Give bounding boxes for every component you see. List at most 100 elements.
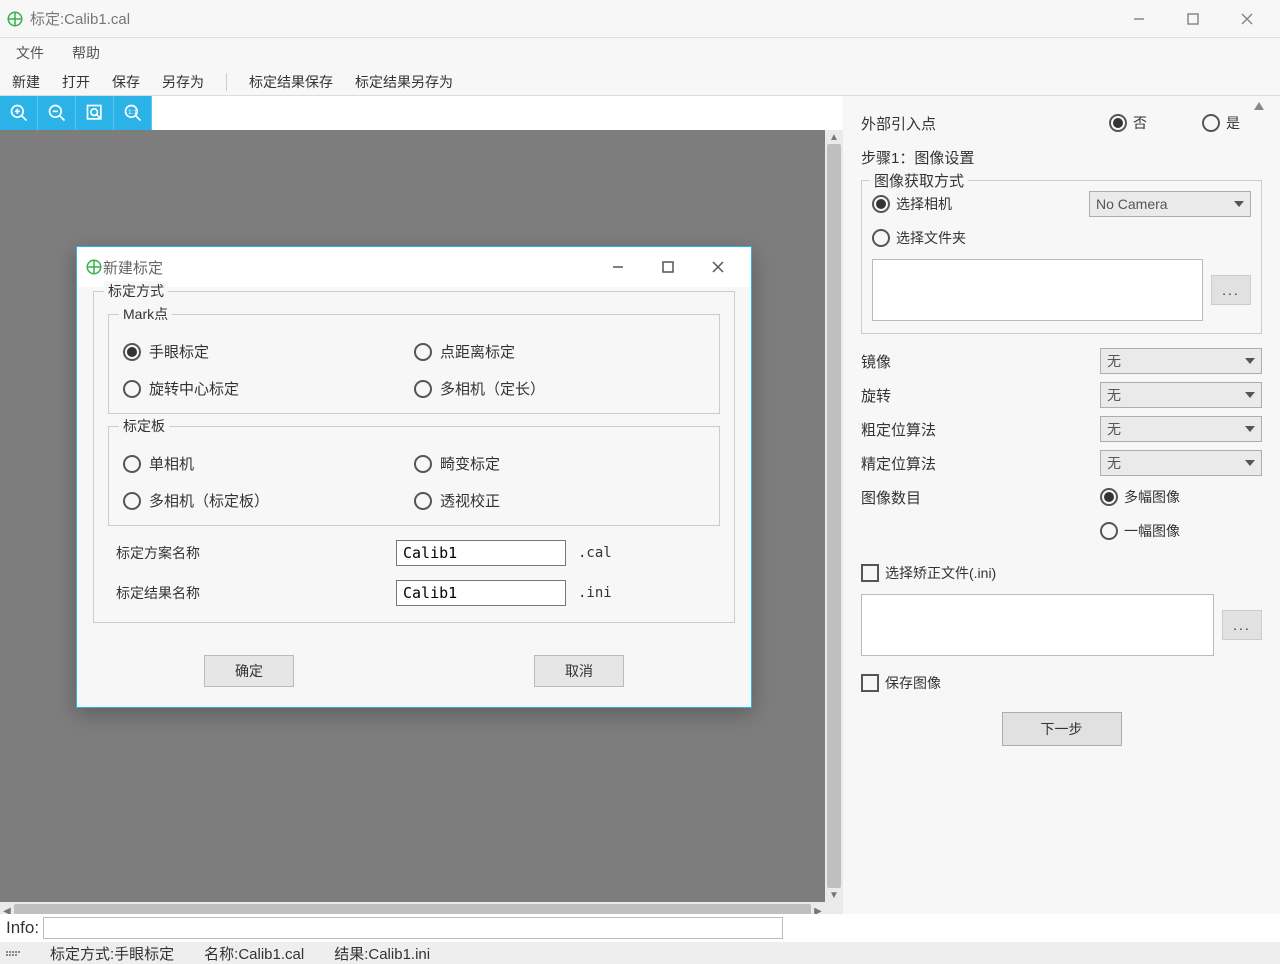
browse-folder-button[interactable]: ...	[1211, 275, 1251, 305]
result-name-input[interactable]	[396, 580, 566, 606]
chevron-down-icon	[1234, 201, 1244, 207]
radio-icon	[1202, 114, 1220, 132]
checkbox-icon	[861, 674, 879, 692]
distortion-option[interactable]: 畸变标定	[414, 453, 705, 474]
ok-button[interactable]: 确定	[204, 655, 294, 687]
tb-calib-saveas[interactable]: 标定结果另存为	[355, 72, 453, 92]
close-button[interactable]	[1220, 0, 1274, 38]
calib-method-legend: 标定方式	[104, 281, 168, 301]
menu-help[interactable]: 帮助	[66, 39, 106, 67]
camera-combo[interactable]: No Camera	[1089, 191, 1251, 217]
scheme-name-label: 标定方案名称	[116, 543, 396, 563]
scheme-name-input[interactable]	[396, 540, 566, 566]
svg-text:1:1: 1:1	[128, 109, 138, 116]
info-label: Info:	[6, 918, 39, 938]
radio-icon	[123, 455, 141, 473]
status-name: 名称:Calib1.cal	[204, 943, 304, 964]
new-calibration-dialog: 新建标定 标定方式 Mark点 手眼标定 点距离标定 旋转中心标定 多相机（定长…	[76, 246, 752, 708]
rotate-label: 旋转	[861, 385, 1092, 406]
window-title: 标定:Calib1.cal	[30, 8, 1112, 29]
single-image-option[interactable]: 一幅图像	[1100, 521, 1262, 541]
zoom-out-icon[interactable]	[38, 96, 76, 130]
tb-save[interactable]: 保存	[112, 72, 140, 92]
chevron-down-icon	[1245, 460, 1255, 466]
fine-combo[interactable]: 无	[1100, 450, 1262, 476]
radio-icon	[414, 343, 432, 361]
rotation-center-option[interactable]: 旋转中心标定	[123, 378, 414, 399]
status-method: 标定方式:手眼标定	[50, 943, 174, 964]
toolbar-separator	[226, 73, 227, 91]
img-count-label: 图像数目	[861, 487, 1092, 508]
select-camera-option[interactable]: 选择相机	[872, 194, 1081, 214]
zoom-fit-icon[interactable]	[76, 96, 114, 130]
settings-panel: 外部引入点 否 是 步骤1：图像设置 图像获取方式 选择相机 No Camera…	[843, 96, 1280, 920]
mirror-combo[interactable]: 无	[1100, 348, 1262, 374]
select-correction-file-check[interactable]: 选择矫正文件(.ini)	[861, 563, 996, 583]
browse-correction-button[interactable]: ...	[1222, 610, 1262, 640]
chevron-down-icon	[1245, 358, 1255, 364]
tb-new[interactable]: 新建	[12, 72, 40, 92]
single-camera-option[interactable]: 单相机	[123, 453, 414, 474]
tb-open[interactable]: 打开	[62, 72, 90, 92]
chevron-down-icon	[1245, 392, 1255, 398]
next-step-button[interactable]: 下一步	[1002, 712, 1122, 746]
tb-calib-save[interactable]: 标定结果保存	[249, 72, 333, 92]
maximize-button[interactable]	[1166, 0, 1220, 38]
step1-label: 步骤1：图像设置	[861, 147, 974, 168]
radio-icon	[414, 380, 432, 398]
dialog-minimize-button[interactable]	[593, 247, 643, 287]
mark-legend: Mark点	[119, 304, 172, 324]
info-bar: Info:	[0, 914, 1280, 942]
mirror-label: 镜像	[861, 351, 1092, 372]
radio-icon	[1109, 114, 1127, 132]
multi-camera-board-option[interactable]: 多相机（标定板）	[123, 490, 414, 511]
perspective-option[interactable]: 透视校正	[414, 490, 705, 511]
radio-icon	[1100, 488, 1118, 506]
save-image-check[interactable]: 保存图像	[861, 673, 941, 693]
radio-icon	[414, 492, 432, 510]
scheme-ext: .cal	[578, 545, 612, 561]
dialog-app-icon	[85, 258, 103, 276]
statusbar: 标定方式:手眼标定 名称:Calib1.cal 结果:Calib1.ini	[0, 942, 1280, 964]
radio-icon	[872, 229, 890, 247]
ext-ref-no[interactable]: 否	[1109, 113, 1194, 133]
radio-icon	[123, 343, 141, 361]
dialog-title: 新建标定	[103, 257, 593, 278]
scroll-up-icon[interactable]	[1254, 102, 1264, 110]
multi-camera-fixed-option[interactable]: 多相机（定长）	[414, 378, 705, 399]
point-distance-option[interactable]: 点距离标定	[414, 341, 705, 362]
cancel-button[interactable]: 取消	[534, 655, 624, 687]
dialog-maximize-button[interactable]	[643, 247, 693, 287]
dialog-titlebar[interactable]: 新建标定	[77, 247, 751, 287]
chevron-down-icon	[1245, 426, 1255, 432]
folder-path-box[interactable]	[872, 259, 1203, 321]
zoom-toolbar: 1:1	[0, 96, 843, 130]
ext-ref-label: 外部引入点	[861, 113, 1101, 134]
menubar: 文件 帮助	[0, 38, 1280, 68]
toolbar: 新建 打开 保存 另存为 标定结果保存 标定结果另存为	[0, 68, 1280, 96]
board-group: 标定板 单相机 畸变标定 多相机（标定板） 透视校正	[108, 426, 720, 526]
zoom-actual-icon[interactable]: 1:1	[114, 96, 152, 130]
result-ext: .ini	[578, 585, 612, 601]
zoom-in-icon[interactable]	[0, 96, 38, 130]
menu-file[interactable]: 文件	[10, 39, 50, 67]
minimize-button[interactable]	[1112, 0, 1166, 38]
correction-file-box[interactable]	[861, 594, 1214, 656]
radio-icon	[872, 195, 890, 213]
rotate-combo[interactable]: 无	[1100, 382, 1262, 408]
coarse-combo[interactable]: 无	[1100, 416, 1262, 442]
coarse-label: 粗定位算法	[861, 419, 1092, 440]
dialog-close-button[interactable]	[693, 247, 743, 287]
vertical-scrollbar[interactable]: ▲ ▼	[825, 130, 843, 902]
checkbox-icon	[861, 564, 879, 582]
acquisition-fieldset: 图像获取方式 选择相机 No Camera 选择文件夹 ...	[861, 180, 1262, 334]
hand-eye-option[interactable]: 手眼标定	[123, 341, 414, 362]
grip-icon	[6, 951, 20, 956]
multi-image-option[interactable]: 多幅图像	[1100, 487, 1262, 507]
ext-ref-yes[interactable]: 是	[1202, 113, 1262, 133]
tb-saveas[interactable]: 另存为	[162, 72, 204, 92]
fine-label: 精定位算法	[861, 453, 1092, 474]
select-folder-option[interactable]: 选择文件夹	[872, 228, 966, 248]
radio-icon	[123, 380, 141, 398]
radio-icon	[123, 492, 141, 510]
